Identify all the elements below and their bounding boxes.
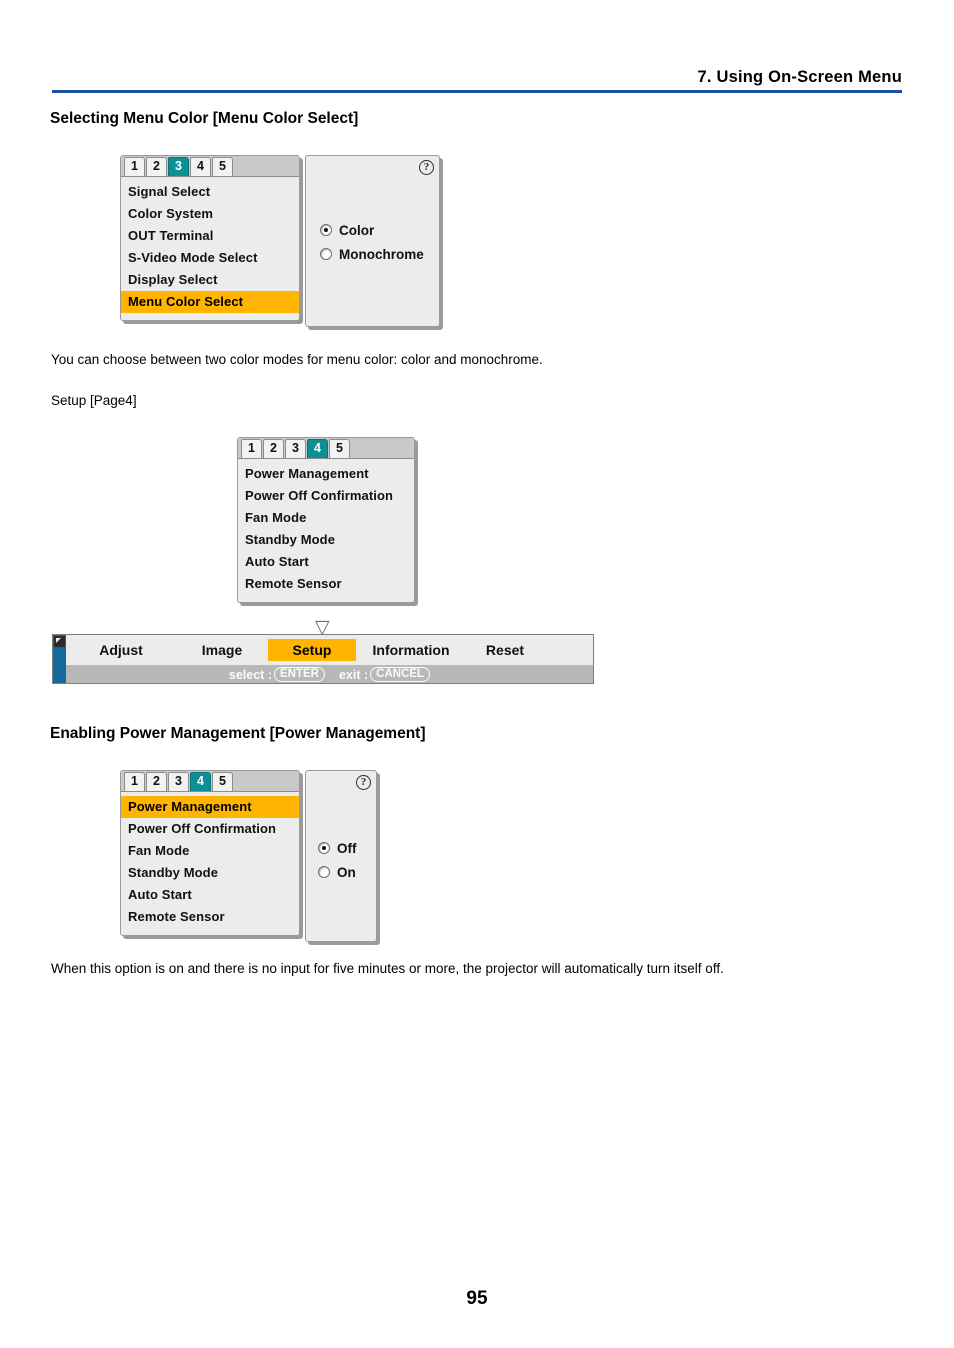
menubar-item-adjust[interactable]: Adjust [66, 639, 176, 661]
osd-item-power-off-confirmation[interactable]: Power Off Confirmation [121, 818, 299, 840]
menubar-hint-row: select : ENTER exit : CANCEL [66, 665, 593, 683]
osd-item-power-management[interactable]: Power Management [238, 463, 414, 485]
radio-option-color[interactable]: Color [320, 218, 424, 242]
osd-tab-strip: 1 2 3 4 5 [121, 156, 299, 177]
osd-item-standby-mode[interactable]: Standby Mode [238, 529, 414, 551]
osd-item-remote-sensor[interactable]: Remote Sensor [238, 573, 414, 595]
question-mark-icon[interactable]: ? [356, 775, 371, 790]
osd-tab-1[interactable]: 1 [241, 439, 262, 458]
osd-tab-4[interactable]: 4 [190, 772, 211, 791]
menubar-body: Adjust Image Setup Information Reset sel… [66, 635, 593, 683]
osd-tab-1[interactable]: 1 [124, 772, 145, 791]
osd-tab-2[interactable]: 2 [146, 772, 167, 791]
menubar-item-image[interactable]: Image [176, 639, 268, 661]
caption-setup-page4: Setup [Page4] [51, 393, 137, 408]
menubar-left-rail [53, 635, 66, 683]
radio-mark-icon [320, 248, 332, 260]
osd-item-fan-mode[interactable]: Fan Mode [238, 507, 414, 529]
hint-exit: exit : CANCEL [338, 667, 431, 682]
osd-tab-1[interactable]: 1 [124, 157, 145, 176]
osd-item-power-off-confirmation[interactable]: Power Off Confirmation [238, 485, 414, 507]
osd-item-display-select[interactable]: Display Select [121, 269, 299, 291]
page-number: 95 [466, 1288, 488, 1309]
osd-list-panel: 1 2 3 4 5 Power Management Power Off Con… [120, 770, 300, 936]
menubar-item-reset[interactable]: Reset [466, 639, 544, 661]
osd-main-menubar: Adjust Image Setup Information Reset sel… [52, 634, 594, 684]
document-page: 7. Using On-Screen Menu Selecting Menu C… [0, 0, 954, 1348]
osd-item-fan-mode[interactable]: Fan Mode [121, 840, 299, 862]
osd-tab-3[interactable]: 3 [285, 439, 306, 458]
osd-tab-strip: 1 2 3 4 5 [238, 438, 414, 459]
osd-item-auto-start[interactable]: Auto Start [121, 884, 299, 906]
osd-tab-4[interactable]: 4 [190, 157, 211, 176]
osd-list-panel: 1 2 3 4 5 Power Management Power Off Con… [237, 437, 415, 603]
osd-list-panel: 1 2 3 4 5 Signal Select Color System OUT… [120, 155, 300, 321]
hint-select-label: select : [228, 667, 272, 682]
hint-select: select : ENTER [229, 667, 325, 682]
osd-item-remote-sensor[interactable]: Remote Sensor [121, 906, 299, 928]
menubar-items-row: Adjust Image Setup Information Reset [66, 635, 593, 665]
radio-option-monochrome[interactable]: Monochrome [320, 242, 424, 266]
osd-tab-3[interactable]: 3 [168, 772, 189, 791]
paragraph-menu-color: You can choose between two color modes f… [51, 352, 543, 367]
radio-mark-icon [318, 842, 330, 854]
osd-item-standby-mode[interactable]: Standby Mode [121, 862, 299, 884]
osd-item-auto-start[interactable]: Auto Start [238, 551, 414, 573]
enter-key-badge: ENTER [274, 667, 325, 682]
power-management-radio-group: Off On [318, 836, 357, 884]
osd-menu-color-select: 1 2 3 4 5 Signal Select Color System OUT… [120, 155, 440, 327]
osd-tab-3[interactable]: 3 [168, 157, 189, 176]
menubar-item-setup[interactable]: Setup [268, 639, 356, 661]
osd-option-panel-menu-color: ? Color Monochrome [305, 155, 440, 327]
osd-tab-5[interactable]: 5 [212, 772, 233, 791]
section-heading-menu-color-select: Selecting Menu Color [Menu Color Select] [50, 110, 359, 127]
osd-tab-5[interactable]: 5 [329, 439, 350, 458]
menubar-item-information[interactable]: Information [356, 639, 466, 661]
radio-label-color: Color [339, 222, 375, 238]
osd-item-menu-color-select[interactable]: Menu Color Select [121, 291, 299, 313]
hint-exit-label: exit : [338, 667, 369, 682]
section-heading-power-management: Enabling Power Management [Power Managem… [50, 725, 426, 742]
radio-mark-icon [320, 224, 332, 236]
osd-item-list: Power Management Power Off Confirmation … [238, 459, 414, 602]
cancel-key-badge: CANCEL [370, 667, 431, 682]
osd-item-out-terminal[interactable]: OUT Terminal [121, 225, 299, 247]
osd-setup-page4: 1 2 3 4 5 Power Management Power Off Con… [237, 437, 415, 603]
radio-label-on: On [337, 864, 356, 880]
osd-item-s-video-mode-select[interactable]: S-Video Mode Select [121, 247, 299, 269]
radio-label-off: Off [337, 840, 357, 856]
osd-item-list: Power Management Power Off Confirmation … [121, 792, 299, 935]
radio-option-off[interactable]: Off [318, 836, 357, 860]
osd-item-signal-select[interactable]: Signal Select [121, 181, 299, 203]
osd-item-power-management[interactable]: Power Management [121, 796, 299, 818]
osd-tab-5[interactable]: 5 [212, 157, 233, 176]
osd-tab-2[interactable]: 2 [146, 157, 167, 176]
chapter-header-title: 7. Using On-Screen Menu [697, 68, 902, 86]
radio-mark-icon [318, 866, 330, 878]
osd-tab-2[interactable]: 2 [263, 439, 284, 458]
radio-option-on[interactable]: On [318, 860, 357, 884]
osd-item-color-system[interactable]: Color System [121, 203, 299, 225]
menu-color-radio-group: Color Monochrome [320, 218, 424, 266]
osd-power-management: 1 2 3 4 5 Power Management Power Off Con… [120, 770, 377, 942]
question-mark-icon[interactable]: ? [419, 160, 434, 175]
osd-item-list: Signal Select Color System OUT Terminal … [121, 177, 299, 320]
osd-tab-strip: 1 2 3 4 5 [121, 771, 299, 792]
osd-tab-4[interactable]: 4 [307, 439, 328, 458]
osd-option-panel-power-management: ? Off On [305, 770, 377, 942]
paragraph-power-management: When this option is on and there is no i… [51, 961, 724, 976]
header-rule [52, 90, 902, 93]
radio-label-monochrome: Monochrome [339, 246, 424, 262]
projector-badge-icon [54, 636, 65, 647]
